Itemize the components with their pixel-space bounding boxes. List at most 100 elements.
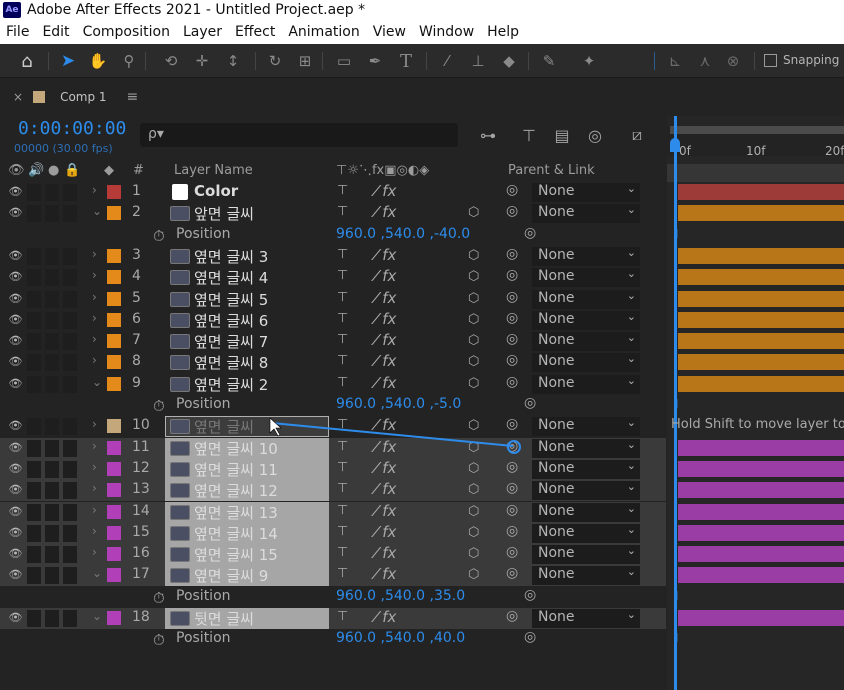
menu-item-view[interactable]: View (373, 24, 406, 40)
fx-switch-icon[interactable]: ⁄ fx (375, 502, 396, 520)
label-color-swatch[interactable] (107, 185, 121, 199)
stopwatch-icon[interactable]: ⏱ (153, 397, 165, 415)
parent-dropdown[interactable]: None ⌄ (532, 459, 640, 479)
parent-dropdown[interactable]: None ⌄ (532, 416, 640, 436)
pickwhip-icon[interactable]: ◎ (506, 182, 518, 198)
fx-switch-icon[interactable]: ⁄ fx (375, 267, 396, 285)
layer-name[interactable]: 옆면 글씨 13 (194, 502, 278, 523)
fx-switch-icon[interactable]: ⁄ fx (375, 565, 396, 583)
3d-layer-icon[interactable]: ⬡ (468, 291, 479, 306)
label-color-swatch[interactable] (107, 419, 121, 433)
layer-row[interactable]: 👁 › 4 옆면 글씨 4 ⊤ ⁄ fx ⬡ ◎ None ⌄ (0, 267, 666, 288)
solo-switch[interactable] (45, 440, 59, 457)
shy-switch-icon[interactable]: ⊤ (337, 481, 348, 496)
stopwatch-icon[interactable]: ⏱ (153, 227, 165, 245)
layer-name-column[interactable]: Layer Name (174, 163, 253, 178)
parent-dropdown[interactable]: None ⌄ (532, 480, 640, 500)
puppet-tool-icon[interactable]: ✦ (578, 50, 600, 72)
audio-switch[interactable] (27, 269, 41, 286)
type-tool-icon[interactable]: T (395, 50, 417, 72)
pickwhip-icon[interactable]: ◎ (506, 331, 518, 347)
lock-switch[interactable] (63, 248, 77, 265)
layer-row[interactable]: 👁 ⌄ 2 앞면 글씨 ⊤ ⁄ fx ⬡ ◎ None ⌄ (0, 203, 666, 224)
property-value[interactable]: 960.0 ,540.0 ,-5.0 (336, 396, 461, 412)
current-time-display[interactable]: 0:00:00:00 (18, 118, 126, 139)
dolly-tool-icon[interactable]: ↕ (222, 50, 244, 72)
3d-layer-icon[interactable]: ⬡ (468, 248, 479, 263)
pickwhip-icon[interactable]: ◎ (506, 416, 518, 432)
layer-duration-bar[interactable] (678, 333, 844, 349)
label-color-swatch[interactable] (107, 547, 121, 561)
audio-switch[interactable] (27, 312, 41, 329)
layer-row[interactable]: 👁 › 3 옆면 글씨 3 ⊤ ⁄ fx ⬡ ◎ None ⌄ (0, 246, 666, 267)
label-color-swatch[interactable] (107, 483, 121, 497)
3d-layer-icon[interactable]: ⬡ (468, 461, 479, 476)
layer-row[interactable]: 👁 › 7 옆면 글씨 7 ⊤ ⁄ fx ⬡ ◎ None ⌄ (0, 331, 666, 352)
pickwhip-icon[interactable]: ◎ (506, 374, 518, 390)
parent-dropdown[interactable]: None ⌄ (532, 246, 640, 266)
layer-name[interactable]: 옆면 글씨 6 (194, 310, 268, 331)
twirl-toggle-icon[interactable]: › (92, 417, 97, 431)
parent-dropdown[interactable]: None ⌄ (532, 502, 640, 522)
property-value[interactable]: 960.0 ,540.0 ,-40.0 (336, 226, 470, 242)
shy-switch-icon[interactable]: ⊤ (337, 566, 348, 581)
audio-switch[interactable] (27, 482, 41, 499)
layer-duration-bar[interactable] (678, 461, 844, 477)
parent-dropdown[interactable]: None ⌄ (532, 203, 640, 223)
layer-row[interactable]: 👁 › 8 옆면 글씨 8 ⊤ ⁄ fx ⬡ ◎ None ⌄ (0, 352, 666, 373)
brush-tool-icon[interactable]: ⁄ (436, 50, 458, 72)
fx-switch-icon[interactable]: ⁄ fx (375, 182, 396, 200)
tab-comp[interactable]: Comp 1 (60, 90, 106, 104)
eye-icon[interactable]: 👁 (8, 249, 23, 263)
layer-row[interactable]: 👁 › 14 옆면 글씨 13 ⊤ ⁄ fx ⬡ ◎ None ⌄ (0, 502, 666, 523)
pickwhip-icon[interactable]: ◎ (524, 587, 536, 603)
solo-switch[interactable] (45, 567, 59, 584)
layer-duration-bar[interactable] (678, 567, 844, 583)
layer-name[interactable]: 옆면 글씨 4 (194, 267, 268, 288)
parent-dropdown[interactable]: None ⌄ (532, 182, 640, 202)
lock-switch[interactable] (63, 376, 77, 393)
eye-icon[interactable]: 👁 (8, 377, 23, 391)
3d-layer-icon[interactable]: ⬡ (468, 269, 479, 284)
solo-switch[interactable] (45, 610, 59, 627)
parent-dropdown[interactable]: None ⌄ (532, 289, 640, 309)
fx-switch-icon[interactable]: ⁄ fx (375, 459, 396, 477)
layer-name[interactable]: Color (194, 182, 238, 200)
twirl-toggle-icon[interactable]: › (92, 268, 97, 282)
3d-layer-icon[interactable]: ⬡ (468, 440, 479, 455)
layer-duration-bar[interactable] (678, 546, 844, 562)
audio-switch[interactable] (27, 525, 41, 542)
audio-switch[interactable] (27, 567, 41, 584)
parent-dropdown[interactable]: None ⌄ (532, 267, 640, 287)
audio-switch[interactable] (27, 205, 41, 222)
layer-duration-bar[interactable] (678, 269, 844, 285)
pickwhip-icon[interactable]: ◎ (506, 502, 518, 518)
shy-switch-icon[interactable]: ⊤ (337, 311, 348, 326)
menu-item-file[interactable]: File (6, 24, 29, 40)
parent-dropdown[interactable]: None ⌄ (532, 608, 640, 628)
layer-name[interactable]: 옆면 글씨 9 (194, 565, 268, 586)
layer-duration-bar[interactable] (678, 248, 844, 264)
fx-switch-icon[interactable]: ⁄ fx (375, 203, 396, 221)
pickwhip-icon[interactable]: ◎ (524, 629, 536, 645)
audio-switch[interactable] (27, 546, 41, 563)
eye-icon[interactable]: 👁 (8, 441, 23, 455)
audio-switch[interactable] (27, 333, 41, 350)
fx-switch-icon[interactable]: ⁄ fx (375, 246, 396, 264)
pickwhip-icon[interactable]: ◎ (524, 225, 536, 241)
pickwhip-icon[interactable]: ◎ (506, 203, 518, 219)
pickwhip-icon[interactable]: ◎ (506, 352, 518, 368)
pickwhip-icon[interactable]: ◎ (524, 395, 536, 411)
audio-switch[interactable] (27, 354, 41, 371)
shy-switch-icon[interactable]: ⊤ (337, 524, 348, 539)
fx-switch-icon[interactable]: ⁄ fx (375, 310, 396, 328)
twirl-toggle-icon[interactable]: › (92, 524, 97, 538)
solo-switch[interactable] (45, 504, 59, 521)
lock-switch[interactable] (63, 418, 77, 435)
draft-3d-icon[interactable]: ⊤ (517, 124, 541, 146)
layer-duration-bar[interactable] (678, 440, 844, 456)
solo-switch[interactable] (45, 184, 59, 201)
fx-switch-icon[interactable]: ⁄ fx (375, 438, 396, 456)
layer-name[interactable]: 옆면 글씨 11 (194, 459, 278, 480)
audio-switch[interactable] (27, 376, 41, 393)
